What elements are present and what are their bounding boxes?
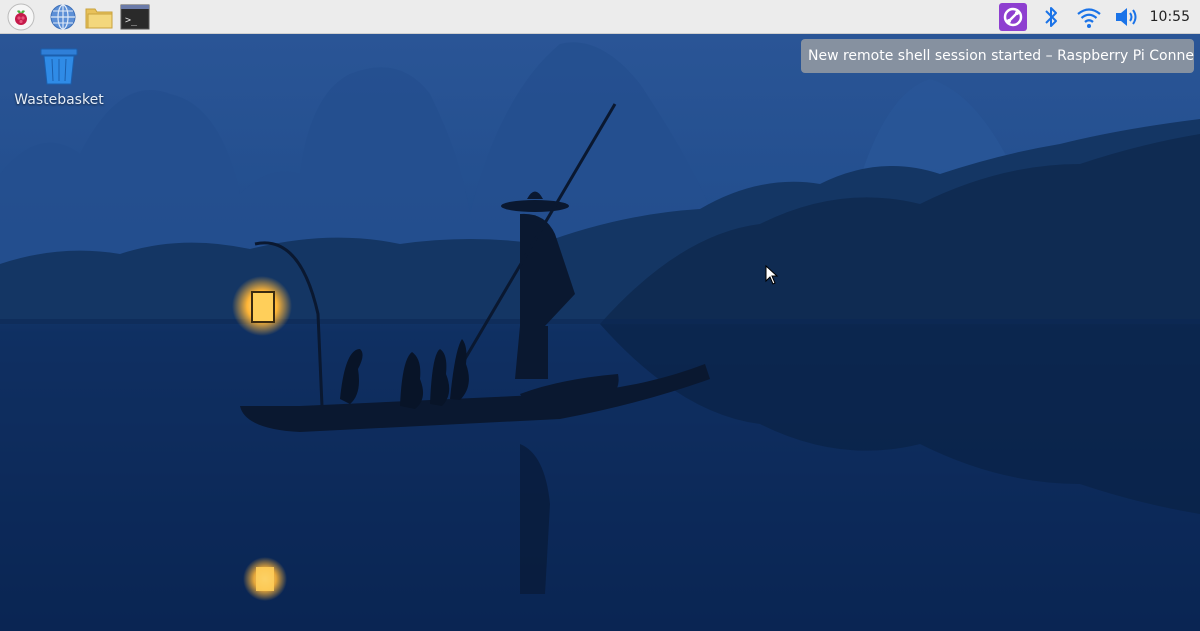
- wallpaper: [0, 34, 1200, 631]
- file-manager-button[interactable]: [84, 2, 114, 32]
- raspberry-menu-button[interactable]: [6, 2, 36, 32]
- notification-toast[interactable]: New remote shell session started – Raspb…: [801, 39, 1194, 73]
- wastebasket-desktop-icon[interactable]: Wastebasket: [14, 46, 104, 108]
- terminal-icon: >_: [120, 4, 150, 30]
- svg-text:>_: >_: [125, 15, 138, 26]
- clock[interactable]: 10:55: [1150, 0, 1190, 34]
- wifi-button[interactable]: [1074, 2, 1104, 32]
- volume-button[interactable]: [1112, 2, 1142, 32]
- web-browser-button[interactable]: [48, 2, 78, 32]
- notification-text: New remote shell session started – Raspb…: [808, 48, 1194, 64]
- rpi-connect-button[interactable]: [998, 2, 1028, 32]
- wifi-icon: [1075, 4, 1103, 30]
- taskbar: >_ 10:55: [0, 0, 1200, 34]
- trash-icon: [38, 48, 80, 90]
- bluetooth-icon: [1041, 4, 1061, 30]
- bluetooth-button[interactable]: [1036, 2, 1066, 32]
- mouse-cursor-icon: [765, 264, 779, 289]
- terminal-button[interactable]: >_: [120, 2, 150, 32]
- desktop[interactable]: Wastebasket New remote shell session sta…: [0, 34, 1200, 631]
- volume-icon: [1113, 4, 1141, 30]
- file-manager-icon: [84, 3, 114, 31]
- web-browser-icon: [49, 3, 77, 31]
- wastebasket-label: Wastebasket: [14, 92, 104, 108]
- raspberry-menu-icon: [7, 3, 35, 31]
- rpi-connect-icon: [998, 2, 1028, 32]
